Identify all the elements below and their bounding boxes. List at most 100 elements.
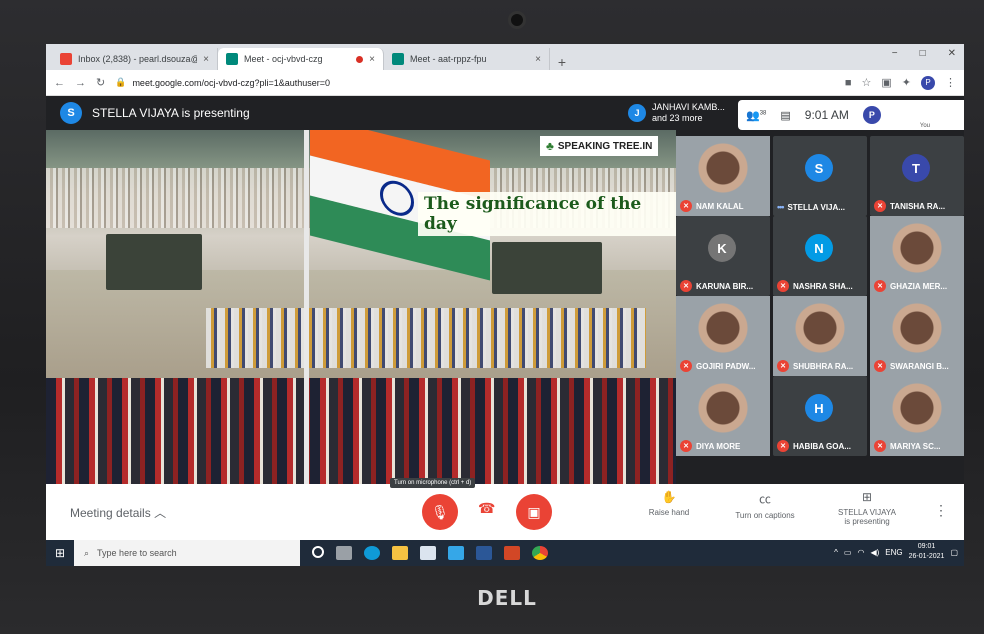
edge-icon[interactable] (364, 546, 380, 560)
extension-icon[interactable]: ▣ (881, 76, 891, 89)
speaking-tree-logo: ♣ SPEAKING TREE.IN (540, 136, 659, 156)
participant-name: TANISHA RA... (890, 201, 946, 211)
chrome-icon[interactable] (532, 546, 548, 560)
mic-off-icon: ✕ (680, 280, 692, 292)
maximize-button[interactable]: □ (920, 48, 926, 59)
lock-icon: 🔒 (115, 77, 127, 87)
powerpoint-icon[interactable] (504, 546, 520, 560)
participant-name: DIYA MORE (696, 441, 741, 451)
truck-image (492, 242, 602, 294)
forward-icon[interactable]: → (75, 77, 86, 89)
network-icon[interactable]: ◠ (857, 548, 864, 557)
battery-icon[interactable]: ▭ (844, 548, 852, 557)
new-tab-button[interactable]: + (550, 54, 574, 70)
participant-name: NAM KALAL (696, 201, 744, 211)
recording-icon (356, 55, 364, 63)
participant-tile[interactable]: ✕ GHAZIA MER... (870, 216, 964, 296)
captions-button[interactable]: ㏄ Turn on captions (720, 490, 810, 520)
participant-tile[interactable]: S ••• STELLA VIJA... (773, 136, 867, 216)
taskbar-date: 26-01-2021 (908, 553, 945, 560)
back-icon[interactable]: ← (54, 77, 65, 89)
taskbar-time: 09:01 (917, 543, 936, 550)
file-explorer-icon[interactable] (392, 546, 408, 560)
participant-tile[interactable]: N ✕ NASHRA SHA... (773, 216, 867, 296)
mic-off-icon: ✕ (777, 280, 789, 292)
meet-icon (226, 53, 238, 65)
star-icon[interactable]: ☆ (862, 76, 872, 89)
meeting-details-button[interactable]: Meeting details ︿ (70, 504, 166, 521)
participant-name: SWARANGI B... (890, 361, 949, 371)
participant-tile[interactable]: ✕ DIYA MORE (676, 376, 770, 456)
store-icon[interactable] (420, 546, 436, 560)
captions-label: Turn on captions (735, 511, 795, 520)
mic-off-icon: ✕ (777, 440, 789, 452)
meet-window: S STELLA VIJAYA is presenting J JANHAVI … (46, 96, 964, 566)
laptop-bezel: DELL Inbox (2,838) - pearl.dsouza@st × M… (0, 0, 984, 634)
tab-meet-ocj[interactable]: Meet - ocj-vbvd-czg × (218, 48, 384, 70)
participant-name: GHAZIA MER... (890, 281, 948, 291)
camera-icon[interactable]: ■ (845, 77, 852, 89)
participant-tile[interactable]: ✕ SWARANGI B... (870, 296, 964, 376)
participant-tile[interactable]: ✕ NAM KALAL (676, 136, 770, 216)
participant-name: STELLA VIJA... (787, 202, 845, 212)
participant-tile[interactable]: T ✕ TANISHA RA... (870, 136, 964, 216)
participant-tile[interactable]: ✕ MARIYA SC... (870, 376, 964, 456)
mic-off-icon: ✕ (777, 360, 789, 372)
clock-date[interactable]: 09:01 26-01-2021 (909, 542, 945, 562)
participant-name: KARUNA BIR... (696, 281, 754, 291)
word-icon[interactable] (476, 546, 492, 560)
puzzle-icon[interactable]: ✦ (902, 76, 911, 89)
microphone-button[interactable]: 🎙 (422, 494, 458, 530)
participant-tile[interactable]: ✕ SHUBHRA RA... (773, 296, 867, 376)
webcam (508, 11, 526, 29)
camera-off-icon: ▣ (527, 503, 541, 520)
raise-hand-button[interactable]: ✋ Raise hand (624, 490, 714, 517)
chat-icon[interactable]: ▤ (780, 109, 790, 122)
windows-start-icon[interactable]: ⊞ (46, 546, 74, 560)
logo-text: SPEAKING TREE.IN (557, 140, 653, 152)
participant-tile[interactable]: H ✕ HABIBA GOA... (773, 376, 867, 456)
task-view-icon[interactable] (312, 546, 324, 558)
participant-avatar: H (805, 394, 833, 422)
close-icon[interactable]: × (535, 54, 541, 65)
camera-button[interactable]: ▣ (516, 494, 552, 530)
self-avatar[interactable]: P (862, 106, 881, 124)
search-placeholder: Type here to search (97, 548, 177, 558)
notification-icon[interactable]: ▢ (950, 548, 958, 557)
volume-icon[interactable]: ◀) (870, 548, 879, 557)
participant-tile[interactable]: ✕ GOJIRI PADW... (676, 296, 770, 376)
menu-icon[interactable]: ⋮ (945, 76, 956, 89)
photos-icon[interactable] (448, 546, 464, 560)
phone-icon: ☎ (478, 500, 496, 516)
reload-icon[interactable]: ↻ (96, 76, 105, 89)
tab-inbox[interactable]: Inbox (2,838) - pearl.dsouza@st × (52, 48, 218, 70)
close-icon[interactable]: × (369, 54, 375, 65)
close-icon[interactable]: × (203, 54, 209, 65)
close-window-button[interactable]: ✕ (948, 48, 956, 59)
multitask-icon[interactable] (336, 546, 352, 560)
language-indicator[interactable]: ENG (885, 548, 902, 557)
presenting-button[interactable]: ⊞ STELLA VIJAYA is presenting (822, 490, 912, 526)
minimize-button[interactable]: − (892, 48, 898, 59)
hang-up-button[interactable]: ☎ (478, 500, 495, 517)
profile-avatar[interactable]: P (921, 75, 935, 90)
joinee-more: and 23 more (652, 113, 703, 123)
presenting-label: is presenting (844, 517, 890, 526)
search-icon: ⌕ (84, 547, 90, 558)
participant-tile[interactable]: K ✕ KARUNA BIR... (676, 216, 770, 296)
joinee-avatar: J (628, 104, 646, 122)
mic-off-icon: 🎙 (431, 503, 449, 520)
more-options-icon[interactable]: ⋮ (934, 502, 948, 519)
system-tray: ^ ▭ ◠ ◀) ENG 09:01 26-01-2021 ▢ (834, 542, 958, 562)
url-field[interactable]: 🔒 meet.google.com/ocj-vbvd-czg?pli=1&aut… (115, 77, 835, 88)
chevron-up-icon: ︿ (154, 506, 167, 520)
tab-meet-aat[interactable]: Meet - aat-rppz-fpu × (384, 48, 550, 70)
raise-hand-label: Raise hand (648, 508, 690, 517)
tab-title: Meet - aat-rppz-fpu (410, 54, 487, 64)
tree-icon: ♣ (546, 139, 554, 153)
chevron-up-icon[interactable]: ^ (834, 548, 838, 557)
taskbar-search[interactable]: ⌕ Type here to search (74, 540, 300, 566)
mic-off-icon: ✕ (874, 280, 886, 292)
participant-name: SHUBHRA RA... (793, 361, 854, 371)
people-icon[interactable]: 👥38 (746, 109, 766, 122)
